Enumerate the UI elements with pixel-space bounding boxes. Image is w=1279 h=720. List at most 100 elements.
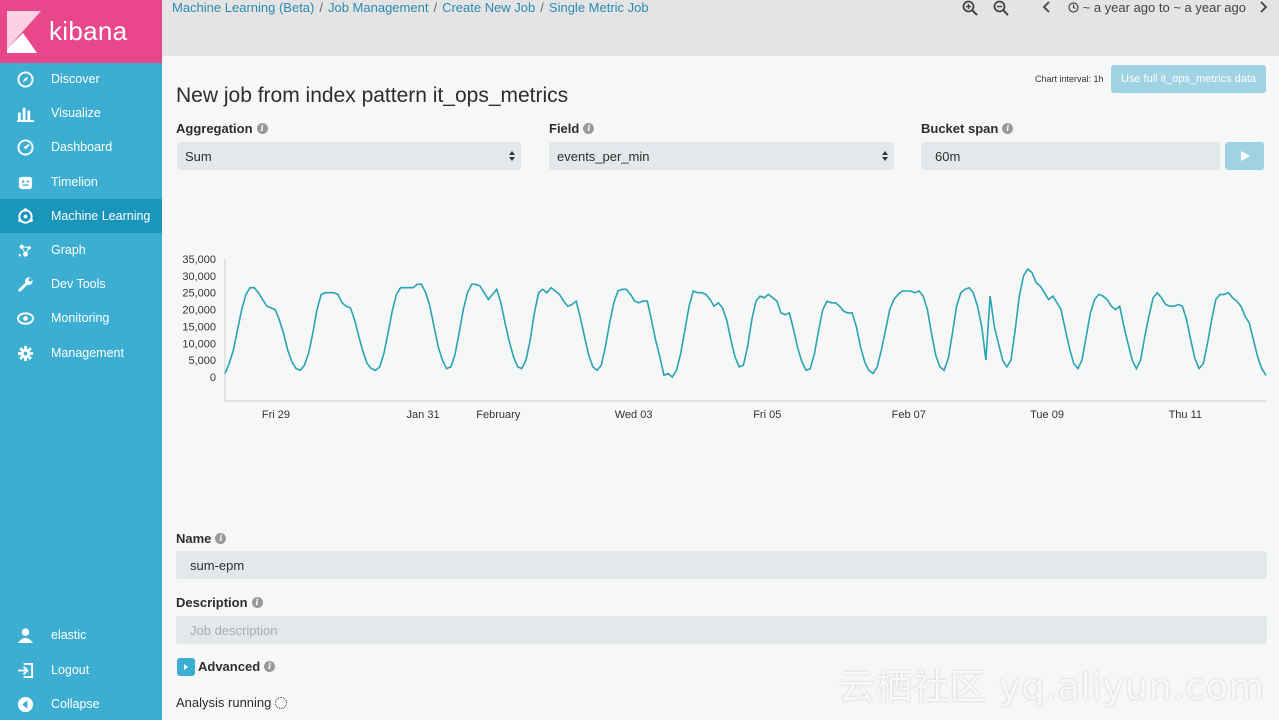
sidebar-item-label: Timelion [51, 175, 98, 189]
chart-interval-label: Chart interval: 1h [1035, 74, 1104, 84]
breadcrumb-separator: / [540, 0, 544, 15]
breadcrumb: Machine Learning (Beta) / Job Management / C… [172, 0, 649, 15]
eye-icon [16, 309, 34, 327]
page-title: New job from index pattern it_ops_metric… [176, 84, 569, 107]
description-input[interactable]: Job description [176, 616, 1267, 644]
info-icon[interactable]: i [251, 597, 263, 608]
aggregation-select[interactable]: Sum [177, 142, 521, 170]
collapse-icon [16, 695, 34, 713]
sidebar-item-monitoring[interactable]: Monitoring [0, 301, 162, 335]
run-button[interactable] [1225, 142, 1264, 170]
clock-icon [1068, 2, 1079, 13]
graph-icon [16, 241, 34, 259]
sidebar-item-management[interactable]: Management [0, 336, 162, 370]
chevron-left-icon[interactable] [1039, 0, 1055, 16]
info-icon[interactable]: i [583, 123, 595, 134]
select-arrows-icon [509, 151, 515, 161]
sidebar-item-timelion[interactable]: Timelion [0, 165, 162, 199]
sidebar-item-label: Collapse [51, 697, 100, 711]
sidebar-item-label: Visualize [51, 106, 101, 120]
x-tick-label: February [476, 409, 521, 421]
chevron-right-icon[interactable] [1256, 0, 1272, 16]
field-label: Field i [549, 121, 595, 136]
breadcrumb-job-management[interactable]: Job Management [328, 0, 428, 15]
name-value: sum-epm [190, 557, 245, 573]
time-range-text: ~ a year ago to ~ a year ago [1082, 0, 1246, 15]
info-icon[interactable]: i [256, 123, 268, 134]
field-label-text: Field [549, 121, 580, 136]
x-tick-label: Jan 31 [407, 409, 440, 421]
analysis-status-text: Analysis running [176, 695, 272, 710]
bar-chart-icon [16, 104, 34, 122]
name-input[interactable]: sum-epm [176, 551, 1267, 579]
sidebar-item-label: Monitoring [51, 311, 110, 325]
advanced-label[interactable]: Advanced i [198, 659, 276, 674]
y-tick-label: 25,000 [182, 288, 216, 300]
advanced-toggle-button[interactable] [177, 658, 195, 676]
chart-x-axis: Fri 29 Jan 31 February Wed 03 Fri 05 Feb 07 Tu… [262, 409, 1202, 421]
sidebar-item-user[interactable]: elastic [0, 618, 162, 652]
sidebar-item-collapse[interactable]: Collapse [0, 687, 162, 720]
compass-icon [16, 70, 34, 88]
breadcrumb-machine-learning[interactable]: Machine Learning (Beta) [172, 0, 314, 15]
kibana-logo[interactable]: kibana [0, 0, 162, 63]
sidebar-item-graph[interactable]: Graph [0, 233, 162, 267]
sidebar-item-label: Discover [51, 72, 100, 86]
bucket-span-input[interactable]: 60m [921, 142, 1220, 170]
user-icon [16, 626, 34, 644]
breadcrumb-create-new-job[interactable]: Create New Job [442, 0, 535, 15]
name-label: Name i [176, 531, 227, 546]
info-icon[interactable]: i [264, 661, 276, 672]
name-label-text: Name [176, 531, 212, 546]
timelion-icon [16, 173, 34, 191]
zoom-out-icon[interactable] [993, 0, 1009, 16]
logout-icon [16, 661, 34, 679]
chart-line-series [224, 267, 1267, 379]
sidebar-item-logout[interactable]: Logout [0, 653, 162, 687]
sidebar-item-dashboard[interactable]: Dashboard [0, 130, 162, 164]
x-tick-label: Fri 05 [753, 409, 781, 421]
field-value: events_per_min [557, 148, 650, 164]
bucket-span-value: 60m [935, 148, 961, 164]
x-tick-label: Fri 29 [262, 409, 290, 421]
y-tick-label: 35,000 [182, 254, 216, 266]
y-tick-label: 0 [210, 372, 216, 384]
breadcrumb-separator: / [319, 0, 323, 15]
info-icon[interactable]: i [1002, 123, 1014, 134]
machine-learning-icon [16, 207, 34, 225]
gear-icon [16, 344, 34, 362]
y-tick-label: 10,000 [182, 338, 216, 350]
y-tick-label: 5,000 [188, 355, 216, 367]
x-tick-label: Feb 07 [892, 409, 926, 421]
sidebar: kibana Discover Visualize Dashboard Time… [0, 0, 162, 720]
wrench-icon [16, 275, 34, 293]
bucket-span-label-text: Bucket span [921, 121, 999, 136]
sidebar-item-label: Graph [51, 243, 86, 257]
kibana-logo-text: kibana [49, 16, 128, 46]
field-select[interactable]: events_per_min [549, 142, 894, 170]
watermark: 云栖社区 yq.aliyun.com [838, 667, 1265, 708]
info-icon[interactable]: i [215, 533, 227, 544]
kibana-logo-icon [7, 10, 43, 53]
use-full-data-button[interactable]: Use full it_ops_metrics data [1111, 65, 1266, 93]
chart-y-axis: 0 5,000 10,000 15,000 20,000 25,000 30,000 35,0… [182, 254, 216, 384]
y-tick-label: 15,000 [182, 321, 216, 333]
bucket-span-label: Bucket span i [921, 121, 1014, 136]
sidebar-item-dev-tools[interactable]: Dev Tools [0, 267, 162, 301]
top-nav-bar: Machine Learning (Beta) / Job Management / C… [162, 0, 1279, 56]
sidebar-item-label: elastic [51, 628, 87, 642]
sidebar-item-discover[interactable]: Discover [0, 62, 162, 96]
breadcrumb-single-metric-job[interactable]: Single Metric Job [549, 0, 649, 15]
x-tick-label: Wed 03 [615, 409, 653, 421]
sidebar-item-visualize[interactable]: Visualize [0, 96, 162, 130]
select-arrows-icon [882, 151, 888, 161]
events-chart: 0 5,000 10,000 15,000 20,000 25,000 30,000 35,0… [182, 254, 1267, 421]
play-icon [1240, 151, 1250, 161]
time-range-picker[interactable]: ~ a year ago to ~ a year ago [1068, 0, 1246, 15]
advanced-label-text: Advanced [198, 659, 261, 674]
analysis-status: Analysis running [176, 695, 288, 710]
x-tick-label: Thu 11 [1169, 409, 1202, 421]
caret-right-icon [184, 664, 188, 670]
zoom-in-icon[interactable] [962, 0, 978, 16]
sidebar-item-machine-learning[interactable]: Machine Learning [0, 199, 162, 233]
